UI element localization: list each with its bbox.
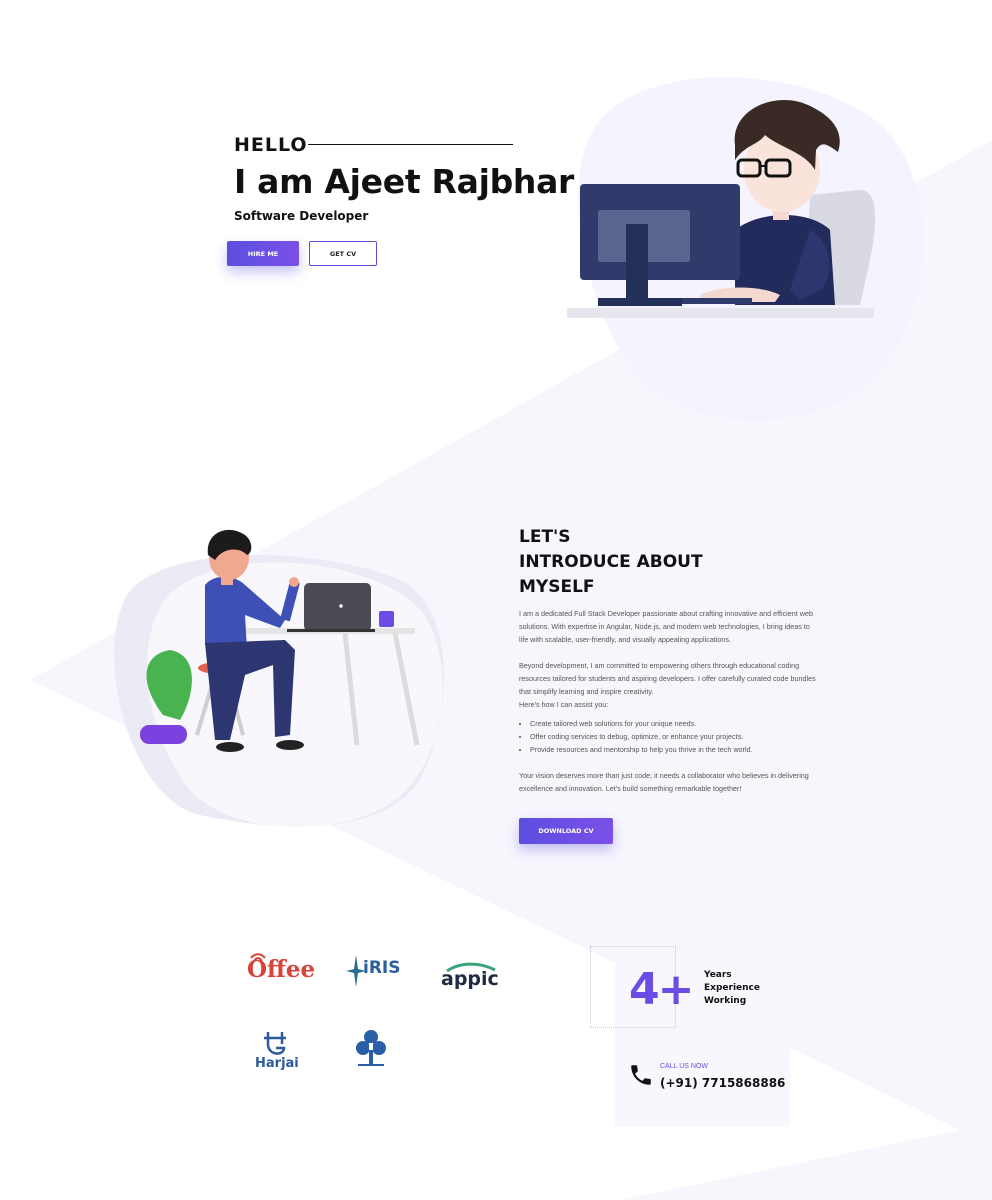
logo-text: Offee bbox=[247, 956, 316, 983]
about-title-line: MYSELF bbox=[519, 577, 595, 597]
client-logo-iris: iRIS bbox=[346, 955, 401, 992]
hero-greeting: HELLO bbox=[234, 134, 308, 156]
years-number: 4+ bbox=[629, 964, 694, 1015]
sbi-emblem-icon bbox=[356, 1030, 386, 1066]
hero-role: Software Developer bbox=[234, 209, 369, 223]
download-cv-button[interactable]: DOWNLOAD CV bbox=[519, 818, 613, 844]
client-logo-appic: appic bbox=[441, 962, 499, 990]
phone-number[interactable]: (+91) 7715868886 bbox=[660, 1076, 785, 1090]
greeting-divider bbox=[308, 144, 513, 145]
list-item: Provide resources and mentorship to help… bbox=[530, 743, 819, 756]
phone-icon bbox=[631, 1065, 651, 1085]
about-title-line: INTRODUCE ABOUT bbox=[519, 552, 703, 572]
developer-illustration bbox=[567, 99, 876, 318]
swoosh-icon bbox=[446, 962, 496, 972]
about-title-line: LET'S bbox=[519, 527, 571, 547]
about-title: LET'S INTRODUCE ABOUT MYSELF bbox=[519, 525, 703, 600]
hero-name: I am Ajeet Rajbhar bbox=[234, 162, 575, 201]
call-label: CALL US NOW bbox=[660, 1063, 708, 1070]
logo-text: iRIS bbox=[363, 958, 401, 978]
about-paragraph-2: Beyond development, I am committed to em… bbox=[519, 661, 816, 696]
about-illustration bbox=[140, 529, 420, 752]
about-paragraph-1: I am a dedicated Full Stack Developer pa… bbox=[519, 609, 813, 644]
about-paragraph-intro: Here's how I can assist you: bbox=[519, 700, 609, 709]
monogram-icon bbox=[264, 1032, 286, 1055]
list-item: Create tailored web solutions for your u… bbox=[530, 717, 819, 730]
hire-me-button[interactable]: HIRE ME bbox=[227, 241, 299, 266]
logo-text: Harjai bbox=[255, 1056, 299, 1071]
client-logo-harjai: Harjai bbox=[255, 1030, 299, 1071]
list-item: Offer coding services to debug, optimize… bbox=[530, 730, 819, 743]
about-paragraph-3: Your vision deserves more than just code… bbox=[519, 771, 809, 793]
experience-label: Years Experience Working bbox=[704, 970, 760, 1006]
get-cv-button[interactable]: GET CV bbox=[309, 241, 377, 266]
highlight-role: Full Stack Developer bbox=[574, 609, 641, 618]
about-description: I am a dedicated Full Stack Developer pa… bbox=[519, 607, 819, 808]
client-logo-offee: Offee bbox=[247, 950, 315, 991]
services-list: Create tailored web solutions for your u… bbox=[519, 717, 819, 756]
client-logo-sbi bbox=[355, 1028, 387, 1075]
